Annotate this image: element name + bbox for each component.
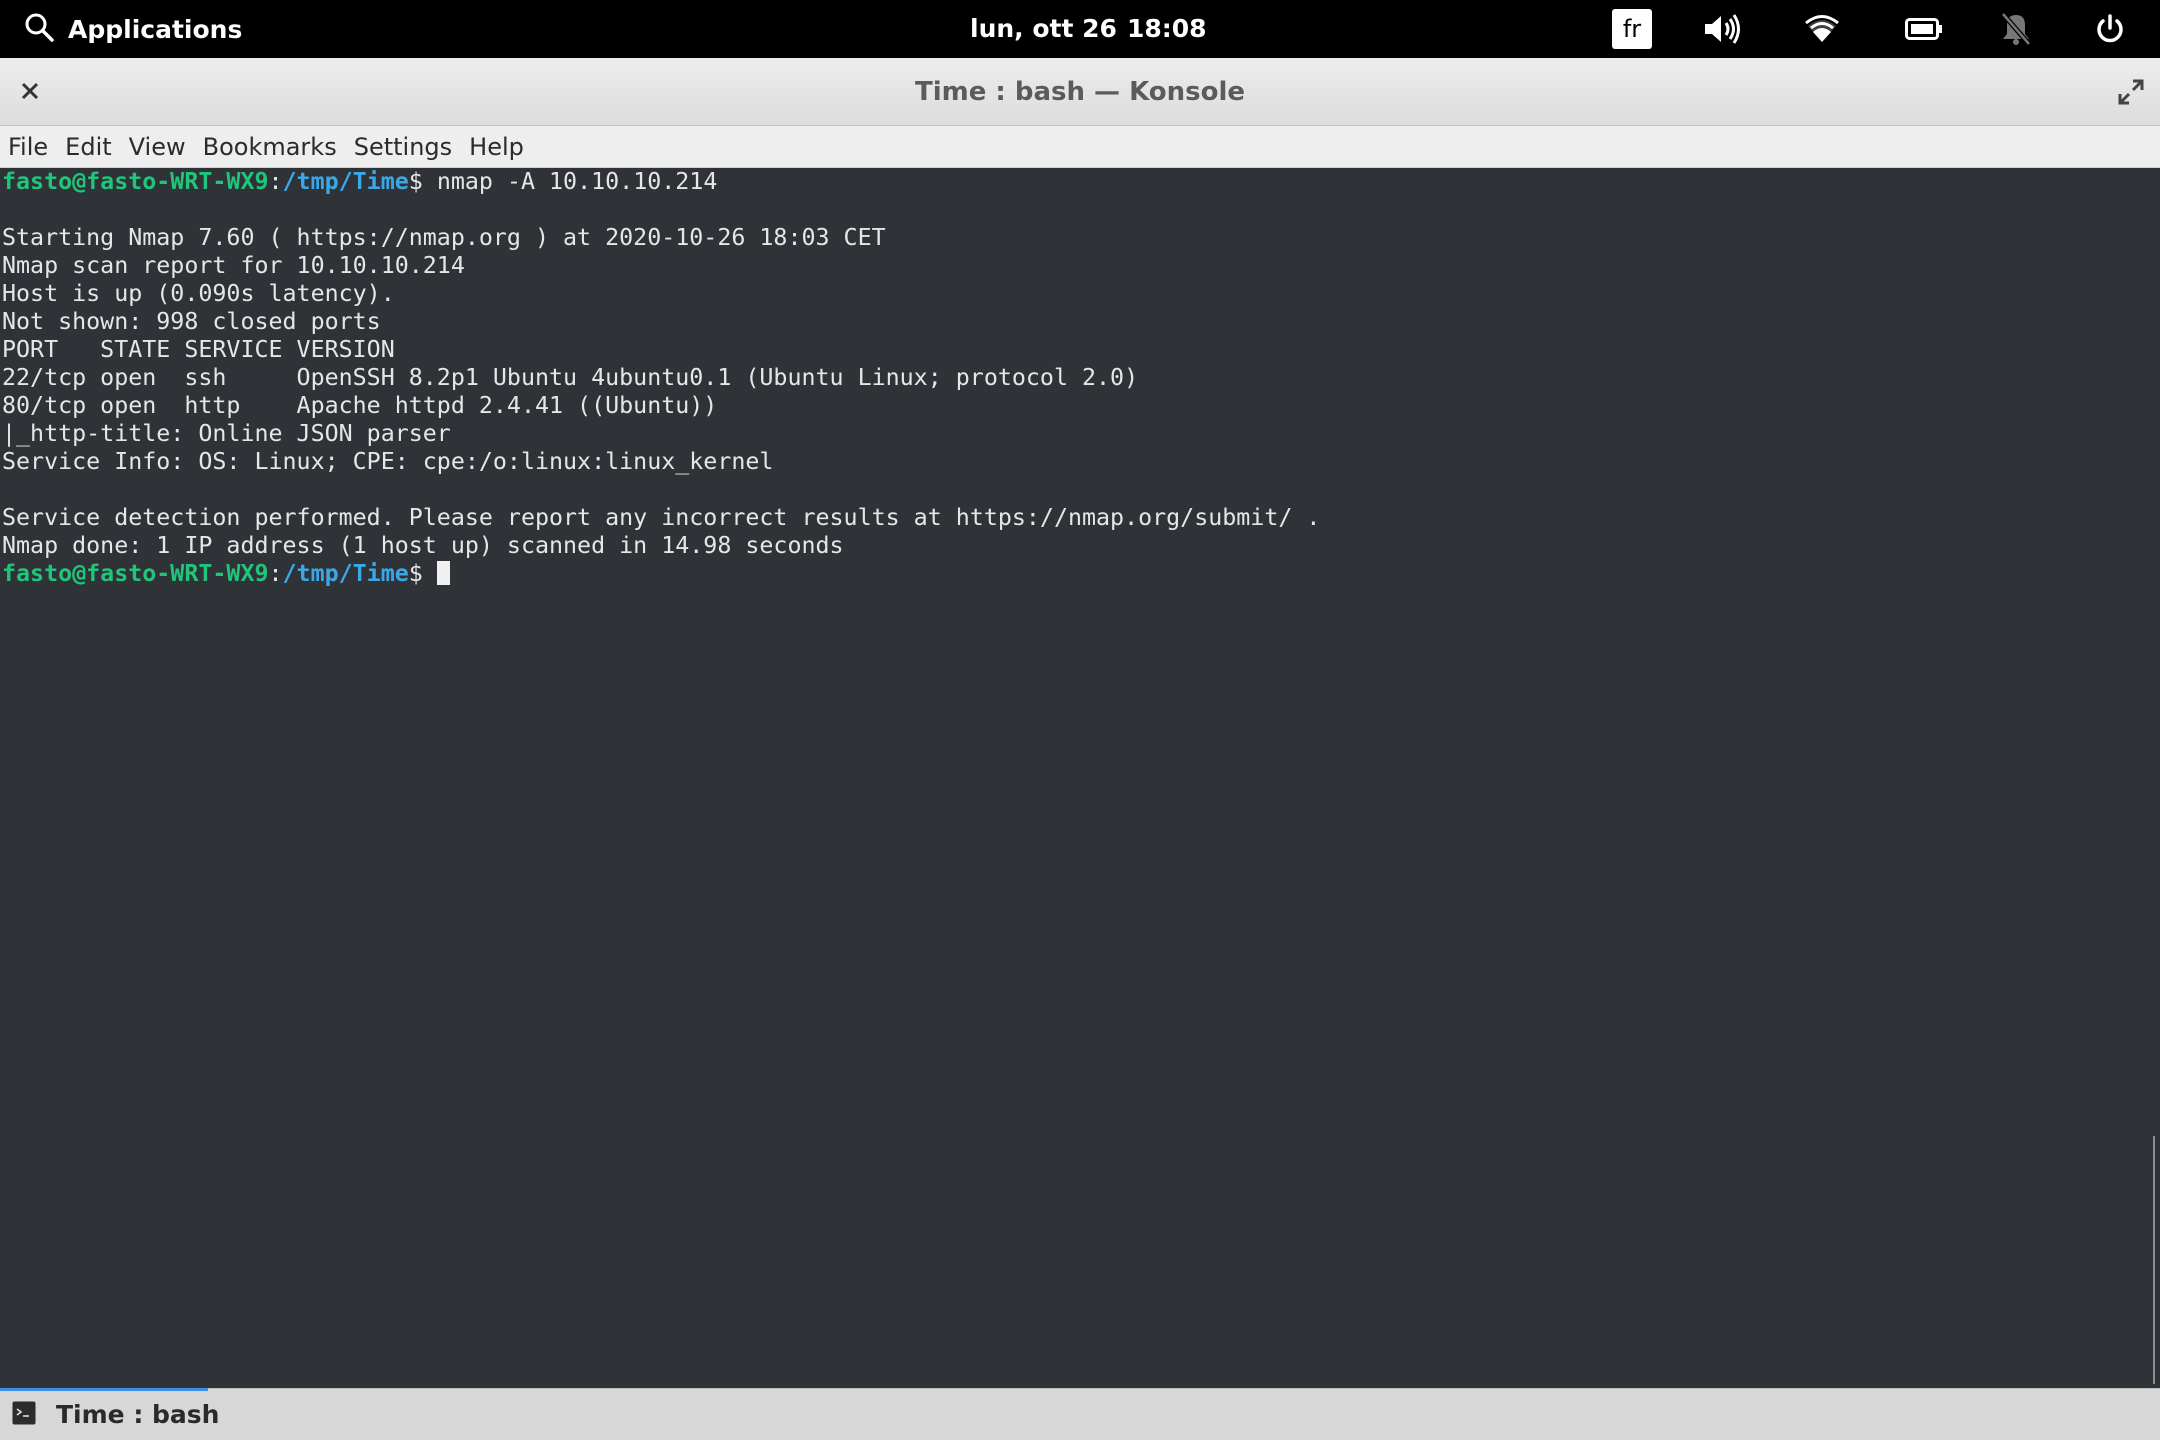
output-line: |_http-title: Online JSON parser [2,420,451,447]
search-icon [24,12,54,46]
terminal-output: fasto@fasto-WRT-WX9:/tmp/Time$ nmap -A 1… [0,168,2146,588]
menu-help[interactable]: Help [469,133,524,161]
menu-view[interactable]: View [129,133,186,161]
clock-date[interactable]: lun, ott 26 [970,0,1117,58]
window-titlebar[interactable]: Time : bash — Konsole [0,58,2160,126]
applications-menu-button[interactable]: Applications [24,0,242,58]
maximize-icon[interactable] [2114,75,2148,109]
terminal-scrollbar[interactable] [2146,168,2160,1388]
output-line: Starting Nmap 7.60 ( https://nmap.org ) … [2,224,886,251]
output-line: PORT STATE SERVICE VERSION [2,336,395,363]
system-top-panel: Applications lun, ott 26 18:08 fr [0,0,2160,58]
menu-bookmarks[interactable]: Bookmarks [203,133,337,161]
prompt-symbol: $ [408,560,437,587]
output-line: Nmap done: 1 IP address (1 host up) scan… [2,532,844,559]
tab-label: Time : bash [56,1400,220,1429]
output-line: 80/tcp open http Apache httpd 2.4.41 ((U… [2,392,718,419]
prompt-symbol: $ [408,168,437,195]
applications-label: Applications [68,14,243,44]
prompt-separator: : [268,168,283,195]
clock-time[interactable]: 18:08 [1127,0,1207,58]
prompt-path: /tmp/Time [282,168,409,195]
session-tabbar: Time : bash [0,1388,2160,1440]
output-line: 22/tcp open ssh OpenSSH 8.2p1 Ubuntu 4ub… [2,364,1139,391]
command-text: nmap -A 10.10.10.214 [436,168,718,195]
wifi-icon[interactable] [1802,9,1842,49]
terminal-icon [12,1401,36,1429]
output-line: Service detection performed. Please repo… [2,504,1321,531]
volume-icon[interactable] [1702,9,1742,49]
menu-settings[interactable]: Settings [354,133,452,161]
menu-file[interactable]: File [8,133,48,161]
prompt-user-host: fasto@fasto-WRT-WX9 [2,168,269,195]
text-cursor [436,561,450,585]
output-line: Host is up (0.090s latency). [2,280,395,307]
prompt-separator: : [268,560,283,587]
prompt-path: /tmp/Time [282,560,409,587]
keyboard-layout-indicator[interactable]: fr [1612,9,1652,49]
menu-edit[interactable]: Edit [65,133,111,161]
prompt-user-host: fasto@fasto-WRT-WX9 [2,560,269,587]
window-title: Time : bash — Konsole [914,77,1246,107]
menubar: File Edit View Bookmarks Settings Help [0,126,2160,168]
notifications-muted-icon[interactable] [1996,9,2036,49]
power-icon[interactable] [2090,9,2130,49]
tab-time-bash[interactable]: Time : bash [0,1389,219,1440]
close-icon[interactable] [14,75,46,107]
battery-icon[interactable] [1904,9,1944,49]
terminal-view[interactable]: fasto@fasto-WRT-WX9:/tmp/Time$ nmap -A 1… [0,168,2146,1388]
scrollbar-thumb[interactable] [2153,1136,2155,1384]
output-line: Nmap scan report for 10.10.10.214 [2,252,465,279]
output-line: Not shown: 998 closed ports [2,308,381,335]
output-line: Service Info: OS: Linux; CPE: cpe:/o:lin… [2,448,774,475]
